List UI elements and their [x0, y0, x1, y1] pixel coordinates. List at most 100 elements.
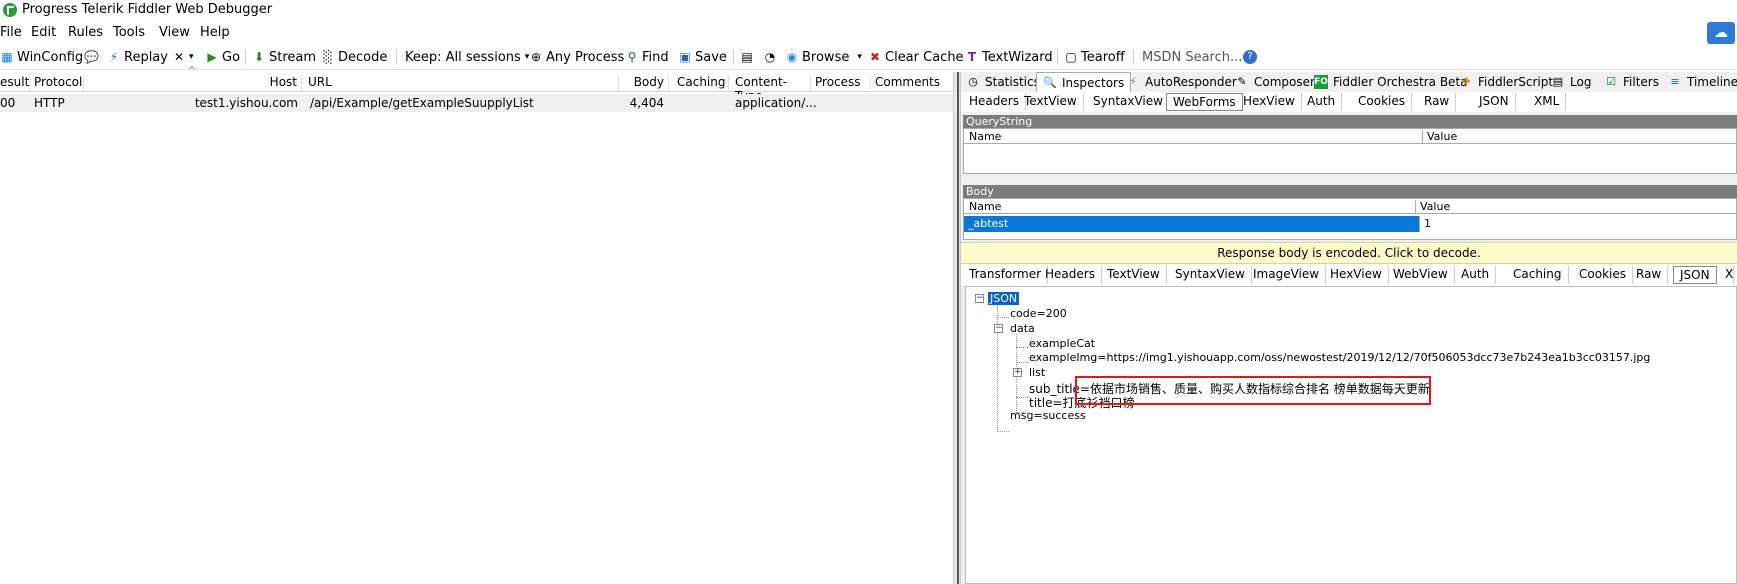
remove-dropdown-button[interactable]: ✕ ▾	[172, 48, 194, 66]
req-tab-raw[interactable]: Raw	[1418, 93, 1457, 111]
column-caching[interactable]: Caching	[673, 75, 729, 91]
comment-button[interactable]: 💬	[84, 48, 101, 66]
column-url[interactable]: URL	[308, 75, 619, 91]
resp-tab-imageview[interactable]: ImageView	[1247, 266, 1327, 284]
clear-cache-button[interactable]: ✖ Clear Cache	[868, 48, 964, 66]
column-process[interactable]: Process	[813, 75, 871, 91]
replay-icon: ⚡	[109, 50, 119, 64]
session-row[interactable]: 00 HTTP test1.yishou.com /api/Example/ge…	[0, 94, 953, 112]
timer-button[interactable]: ◔	[763, 48, 780, 66]
menu-help[interactable]: Help	[200, 25, 230, 40]
req-tab-hexview[interactable]: HexView	[1237, 93, 1302, 111]
querystring-title: QueryString	[963, 115, 1737, 128]
replay-button[interactable]: ⚡ Replay	[107, 48, 168, 66]
tab-fiddler-orchestra[interactable]: FO Fiddler Orchestra Beta	[1314, 75, 1468, 89]
crosshair-icon: ⊕	[530, 50, 542, 64]
save-button[interactable]: ▣ Save	[678, 48, 727, 66]
json-tree-view: − JSON code=200 − data exampleCat exampl…	[965, 286, 1737, 584]
resp-tab-headers[interactable]: Headers	[1039, 266, 1102, 284]
req-tab-textview[interactable]: TextView	[1018, 93, 1084, 111]
column-body[interactable]: Body	[619, 75, 669, 91]
req-tab-json[interactable]: JSON	[1473, 93, 1516, 111]
decode-button[interactable]: ░ Decode	[321, 48, 387, 66]
menu-edit[interactable]: Edit	[31, 25, 56, 40]
cloud-share-icon[interactable]: ☁	[1707, 22, 1735, 44]
tab-fiddlerscript[interactable]: ❖ FiddlerScript	[1459, 75, 1553, 89]
resp-tab-transformer[interactable]: Transformer	[963, 266, 1049, 284]
tab-timeline[interactable]: ≡ Timeline	[1668, 75, 1737, 89]
textwizard-button[interactable]: T TextWizard	[965, 48, 1053, 66]
tab-statistics[interactable]: ◷ Statistics	[966, 75, 1040, 89]
winconfig-button[interactable]: ▦ WinConfig	[0, 48, 83, 66]
json-node-list[interactable]: list	[1029, 366, 1045, 379]
resp-tab-textview[interactable]: TextView	[1101, 266, 1167, 284]
browser-icon: ◉	[786, 50, 798, 64]
resp-tab-auth[interactable]: Auth	[1455, 266, 1497, 284]
tearoff-button[interactable]: ▢ Tearoff	[1064, 48, 1124, 66]
resp-tab-hexview[interactable]: HexView	[1324, 266, 1389, 284]
expand-list-icon[interactable]: +	[1013, 368, 1022, 377]
browse-button[interactable]: ◉ Browse ▾	[785, 48, 862, 66]
req-tab-syntaxview[interactable]: SyntaxView	[1087, 93, 1170, 111]
keep-sessions-dropdown[interactable]: Keep: All sessions ▾	[405, 48, 529, 66]
body-row-value[interactable]: 1	[1419, 216, 1736, 232]
column-content-type[interactable]: Content-Type	[733, 75, 811, 103]
req-tab-webforms[interactable]: WebForms	[1166, 93, 1243, 111]
stream-icon: ⬇	[253, 50, 265, 64]
resp-tab-xml[interactable]: X	[1719, 266, 1735, 284]
tree-line	[997, 317, 1009, 318]
go-button[interactable]: ▶ Go	[205, 48, 240, 66]
req-tab-auth[interactable]: Auth	[1301, 93, 1343, 111]
req-tab-headers[interactable]: Headers	[963, 93, 1026, 111]
column-result[interactable]: esult	[0, 75, 30, 91]
tree-line	[1016, 397, 1028, 398]
textwizard-icon: T	[967, 50, 977, 64]
tab-autoresponder[interactable]: ⚡ AutoResponder	[1126, 75, 1237, 89]
toolbar: ▦ WinConfig 💬 ⚡ Replay ✕ ▾ ▶ Go ⬇ Stream ░ Dec…	[0, 44, 1737, 70]
column-comments[interactable]: Comments	[871, 75, 951, 91]
tab-composer[interactable]: ✎ Composer	[1235, 75, 1315, 89]
tree-line	[1016, 362, 1028, 363]
menu-file[interactable]: File	[0, 25, 22, 40]
toolbar-divider	[396, 49, 397, 65]
collapse-data-icon[interactable]: −	[994, 324, 1003, 333]
stream-button[interactable]: ⬇ Stream	[252, 48, 316, 66]
column-protocol[interactable]: Protocol	[34, 75, 84, 91]
column-host[interactable]: Host	[84, 75, 302, 91]
response-tabs: Transformer Headers TextView SyntaxView …	[961, 264, 1737, 286]
resp-tab-raw[interactable]: Raw	[1630, 266, 1669, 284]
resp-tab-cookies[interactable]: Cookies	[1573, 266, 1633, 284]
cell-protocol: HTTP	[34, 96, 65, 110]
body-header: Name Value	[963, 198, 1737, 214]
json-root-node[interactable]: JSON	[988, 292, 1020, 305]
menu-view[interactable]: View	[159, 25, 190, 40]
find-button[interactable]: ⚲ Find	[625, 48, 669, 66]
fiddler-logo-icon	[3, 3, 17, 17]
windows-icon: ▦	[1, 50, 13, 64]
json-node-msg[interactable]: msg=success	[1010, 409, 1086, 422]
help-button[interactable]: ?	[1243, 48, 1260, 66]
resp-tab-syntaxview[interactable]: SyntaxView	[1169, 266, 1252, 284]
collapse-json-root-icon[interactable]: −	[975, 294, 984, 303]
tab-inspectors[interactable]: 🔍 Inspectors	[1036, 72, 1132, 92]
json-node-data[interactable]: data	[1010, 322, 1035, 335]
req-tab-xml[interactable]: XML	[1528, 93, 1567, 111]
resp-tab-webview[interactable]: WebView	[1387, 266, 1455, 284]
body-row-name[interactable]: _abtest	[964, 216, 1419, 232]
json-node-code[interactable]: code=200	[1010, 307, 1067, 320]
querystring-grid[interactable]	[963, 144, 1737, 174]
resp-tab-json[interactable]: JSON	[1673, 266, 1717, 284]
menu-tools[interactable]: Tools	[113, 25, 145, 40]
tab-log[interactable]: ▤ Log	[1551, 75, 1592, 89]
response-encoded-notice[interactable]: Response body is encoded. Click to decod…	[961, 242, 1737, 264]
req-tab-cookies[interactable]: Cookies	[1352, 93, 1412, 111]
tab-filters[interactable]: ☑ Filters	[1604, 75, 1659, 89]
json-node-exampleimg[interactable]: exampleImg=https://img1.yishouapp.com/os…	[1029, 351, 1650, 364]
json-node-examplecat[interactable]: exampleCat	[1029, 337, 1095, 350]
screenshot-button[interactable]: ▤	[740, 48, 757, 66]
resp-tab-caching[interactable]: Caching	[1507, 266, 1569, 284]
any-process-button[interactable]: ⊕ Any Process	[529, 48, 624, 66]
msdn-search-input[interactable]: MSDN Search...	[1142, 48, 1242, 66]
sort-arrow-icon: ^	[188, 66, 196, 76]
menu-rules[interactable]: Rules	[68, 25, 103, 40]
